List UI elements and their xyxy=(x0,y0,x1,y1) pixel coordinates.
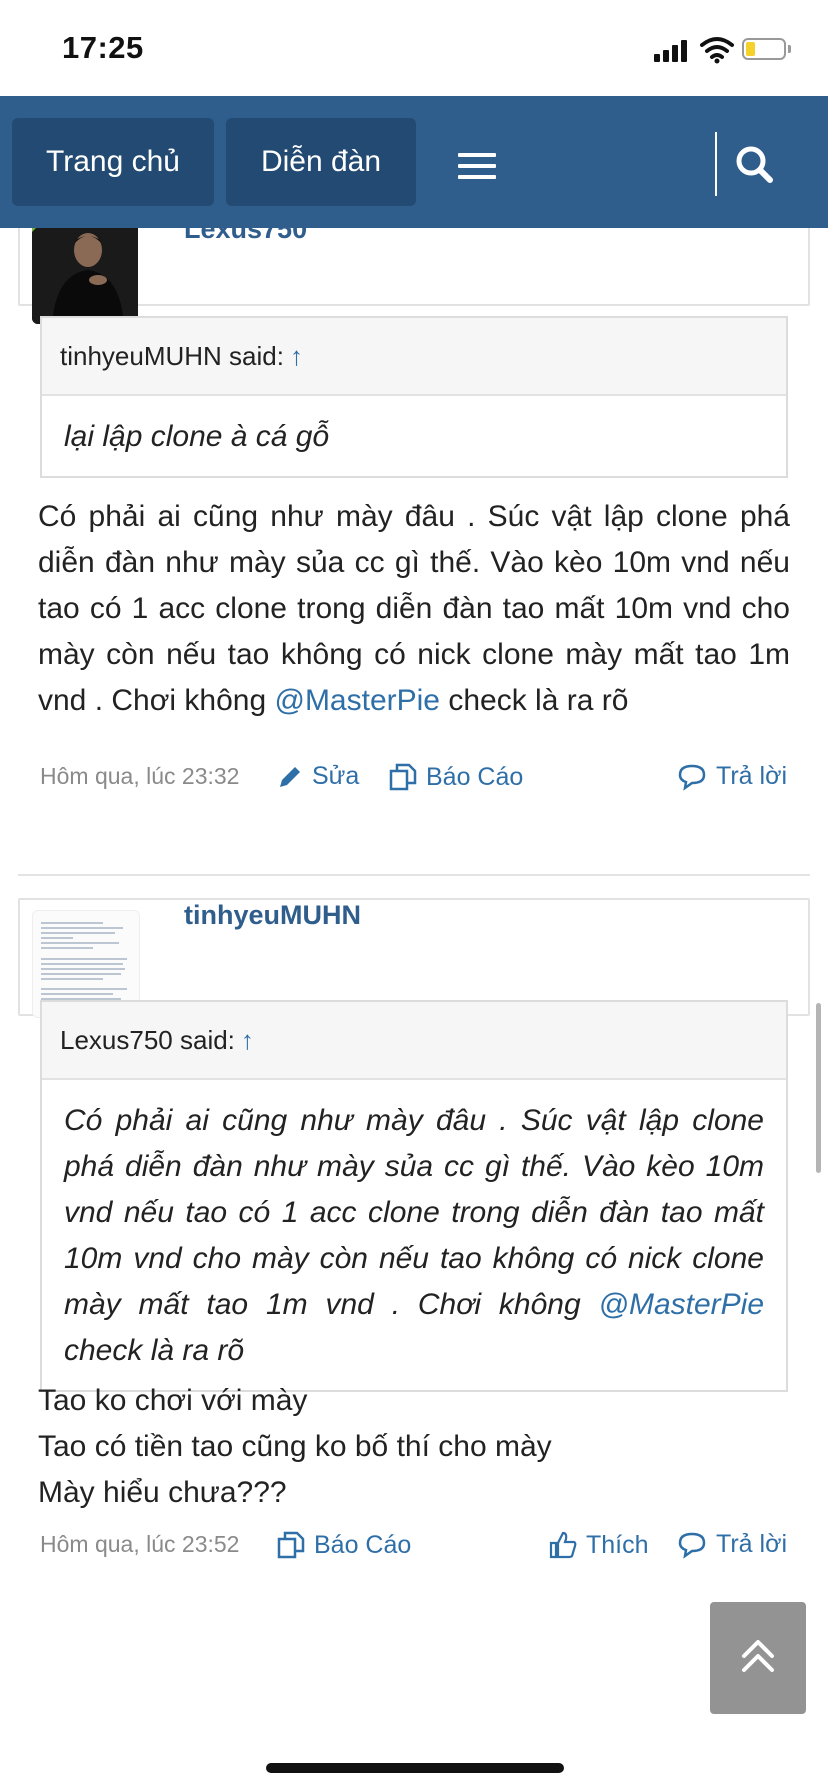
hamburger-icon[interactable] xyxy=(458,153,496,179)
quote-author: tinhyeuMUHN said: xyxy=(60,341,284,371)
report-label: Báo Cáo xyxy=(314,1530,412,1559)
cellular-signal-icon xyxy=(654,38,692,62)
post-timestamp: Hôm qua, lúc 23:32 xyxy=(40,763,240,789)
reply-icon xyxy=(678,764,706,791)
top-navbar: Trang chủ Diễn đàn xyxy=(0,96,828,228)
nav-separator xyxy=(715,132,717,196)
edit-button[interactable]: Sửa xyxy=(276,762,359,791)
quote-text: Có phải ai cũng như mày đâu . Súc vật lậ… xyxy=(42,1080,786,1390)
status-time: 17:25 xyxy=(62,30,144,65)
report-icon xyxy=(277,1531,305,1559)
quote-block: Lexus750 said: ↑ Có phải ai cũng như mày … xyxy=(40,1000,788,1392)
mention-link[interactable]: @MasterPie xyxy=(274,684,440,717)
battery-icon xyxy=(742,38,786,60)
post-body-text-end: check là ra rõ xyxy=(439,684,629,717)
avatar-image xyxy=(32,228,138,324)
edit-label: Sửa xyxy=(312,762,360,790)
post-author-box: tinhyeuMUHN xyxy=(18,898,810,1018)
report-button[interactable]: Báo Cáo xyxy=(388,762,523,792)
status-bar: 17:25 xyxy=(0,0,828,96)
post-body-line: Tao có tiền tao cũng ko bố thí cho mày xyxy=(38,1430,552,1463)
report-label: Báo Cáo xyxy=(426,762,524,791)
home-indicator xyxy=(266,1763,564,1773)
quote-jump-arrow-icon[interactable]: ↑ xyxy=(290,341,303,371)
like-button[interactable]: Thích xyxy=(548,1530,649,1560)
like-label: Thích xyxy=(586,1530,649,1559)
quote-header: Lexus750 said: ↑ xyxy=(42,1002,786,1080)
reply-button[interactable]: Trả lời xyxy=(676,762,787,791)
mention-link[interactable]: @MasterPie xyxy=(599,1288,765,1321)
quote-header: tinhyeuMUHN said: ↑ xyxy=(42,318,786,396)
quote-text-end: check là ra rõ xyxy=(64,1334,245,1367)
scrollbar[interactable] xyxy=(816,1003,821,1173)
battery-tip xyxy=(788,45,791,53)
quote-author: Lexus750 said: xyxy=(60,1025,235,1055)
scroll-to-top-button[interactable] xyxy=(710,1602,806,1714)
reply-label: Trả lời xyxy=(716,762,788,790)
battery-level xyxy=(746,42,755,56)
reply-label: Trả lời xyxy=(716,1530,788,1558)
wifi-icon xyxy=(700,37,734,64)
post-author-box: Lexus750 xyxy=(18,228,810,324)
report-button[interactable]: Báo Cáo xyxy=(276,1530,411,1560)
post-author-name[interactable]: Lexus750 xyxy=(184,228,307,245)
avatar[interactable] xyxy=(32,228,138,324)
search-icon[interactable] xyxy=(732,142,778,188)
post-timestamp: Hôm qua, lúc 23:52 xyxy=(40,1531,240,1557)
post-body: Tao ko chơi với mày Tao có tiền tao cũng… xyxy=(38,1378,790,1516)
quote-jump-arrow-icon[interactable]: ↑ xyxy=(241,1025,254,1055)
reply-icon xyxy=(678,1532,706,1559)
thread-content: Lexus750 tinhyeuMUHN said: ↑ lại lập clon… xyxy=(0,228,828,1792)
thumbs-up-icon xyxy=(549,1531,577,1559)
post-author-name[interactable]: tinhyeuMUHN xyxy=(184,900,361,931)
post-divider xyxy=(18,874,810,876)
nav-forum-button[interactable]: Diễn đàn xyxy=(226,118,416,206)
post-body: Có phải ai cũng như mày đâu . Súc vật lậ… xyxy=(38,494,790,724)
report-icon xyxy=(389,763,417,791)
quote-block: tinhyeuMUHN said: ↑ lại lập clone à cá gỗ xyxy=(40,316,788,478)
nav-home-button[interactable]: Trang chủ xyxy=(12,118,214,206)
pencil-icon xyxy=(280,766,300,787)
post-body-line: Mày hiểu chưa??? xyxy=(38,1476,287,1509)
quote-text: lại lập clone à cá gỗ xyxy=(64,420,330,453)
post-body-line: Tao ko chơi với mày xyxy=(38,1384,308,1417)
reply-button[interactable]: Trả lời xyxy=(676,1530,787,1559)
double-chevron-up-icon xyxy=(742,1640,774,1672)
